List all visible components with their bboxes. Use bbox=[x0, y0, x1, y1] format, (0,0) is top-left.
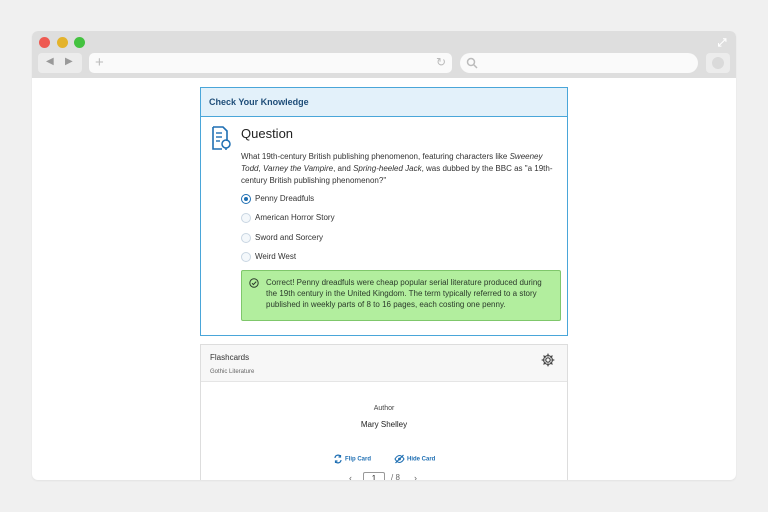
minimize-window-button[interactable] bbox=[57, 37, 68, 48]
check-circle-icon bbox=[249, 278, 259, 288]
card-term-label: Author bbox=[373, 405, 395, 412]
check-knowledge-panel: Check Your Knowledge Question What 19th-… bbox=[200, 87, 568, 336]
page-total: / 8 bbox=[391, 473, 400, 480]
gear-icon[interactable] bbox=[541, 353, 555, 367]
eye-off-icon bbox=[394, 454, 405, 464]
question-doc-icon bbox=[212, 126, 231, 150]
answer-option-label: American Horror Story bbox=[255, 213, 335, 222]
browser-toolbar: ⤢ ◀ ▶ + ↻ bbox=[32, 31, 736, 78]
radio-button[interactable] bbox=[241, 213, 251, 223]
answer-option-label: Sword and Sorcery bbox=[255, 233, 324, 242]
answer-option-label: Penny Dreadfuls bbox=[255, 194, 315, 203]
flip-icon bbox=[334, 454, 342, 464]
flashcards-header: Flashcards Gothic Literature bbox=[201, 345, 567, 382]
close-window-button[interactable] bbox=[39, 37, 50, 48]
fullscreen-icon[interactable]: ⤢ bbox=[716, 37, 728, 49]
correct-feedback: Correct! Penny dreadfuls were cheap popu… bbox=[241, 270, 561, 321]
prev-card-icon[interactable]: ‹ bbox=[349, 473, 352, 480]
reload-icon[interactable]: ↻ bbox=[436, 55, 446, 69]
browser-window: ⤢ ◀ ▶ + ↻ Check Your Knowledge Question … bbox=[32, 31, 736, 480]
radio-button-selected[interactable] bbox=[241, 194, 251, 204]
search-icon bbox=[466, 57, 478, 69]
nav-buttons: ◀ ▶ bbox=[38, 53, 82, 73]
page-number-input[interactable]: 1 bbox=[363, 472, 385, 480]
radio-button[interactable] bbox=[241, 233, 251, 243]
search-bar[interactable] bbox=[460, 53, 698, 73]
maximize-window-button[interactable] bbox=[74, 37, 85, 48]
flashcards-title: Flashcards bbox=[210, 353, 250, 362]
panel-header: Check Your Knowledge bbox=[201, 88, 567, 117]
forward-arrow-icon[interactable]: ▶ bbox=[65, 56, 73, 67]
back-arrow-icon[interactable]: ◀ bbox=[46, 56, 54, 67]
extension-button[interactable] bbox=[706, 53, 730, 73]
question-title: Question bbox=[241, 126, 294, 141]
radio-button[interactable] bbox=[241, 252, 251, 262]
feedback-text: Correct! Penny dreadfuls were cheap popu… bbox=[266, 278, 542, 309]
flip-card-button[interactable]: Flip Card bbox=[333, 454, 371, 464]
card-term: Mary Shelley bbox=[360, 420, 408, 429]
next-card-icon[interactable]: › bbox=[414, 473, 417, 480]
hide-card-button[interactable]: Hide Card bbox=[394, 454, 435, 464]
answer-option-label: Weird West bbox=[255, 252, 297, 261]
flashcards-subtitle: Gothic Literature bbox=[210, 369, 255, 375]
flashcards-panel: Flashcards Gothic Literature Author Mary… bbox=[200, 344, 568, 480]
new-tab-icon[interactable]: + bbox=[95, 54, 104, 71]
question-text: What 19th-century British publishing phe… bbox=[241, 152, 553, 185]
card-pager: ‹ 1 / 8 › bbox=[349, 472, 429, 480]
address-bar[interactable]: + ↻ bbox=[89, 53, 452, 73]
